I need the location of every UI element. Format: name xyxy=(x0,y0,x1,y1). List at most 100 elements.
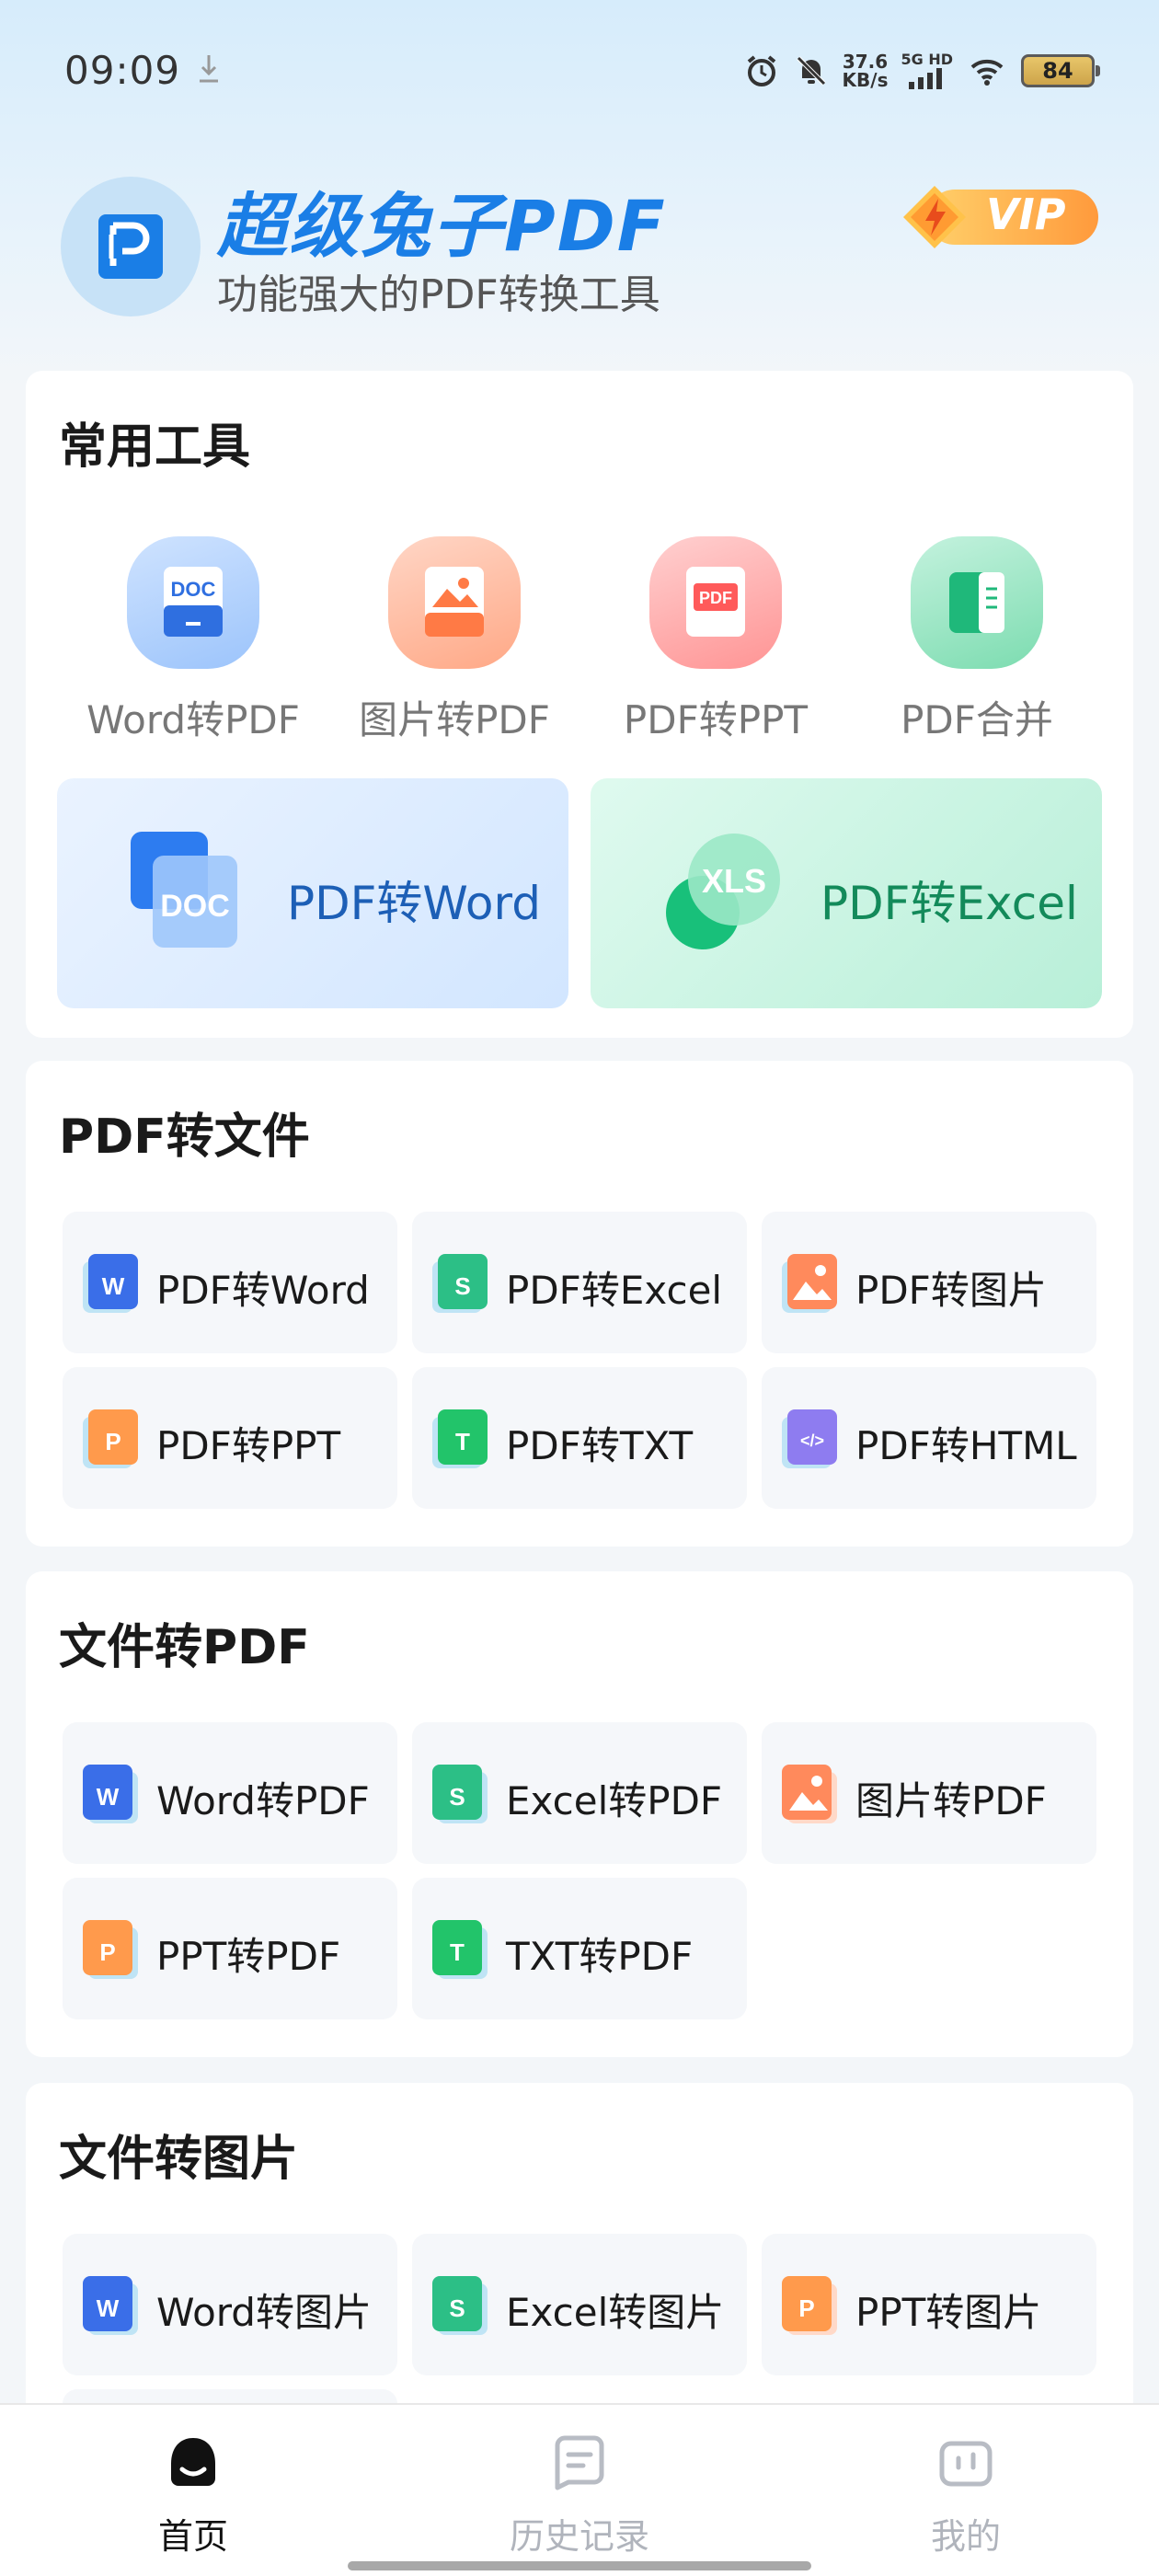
grid-item-label: PDF转Word xyxy=(156,1268,370,1313)
file-to-image-card: 文件转图片 W Word转图片 S Excel转图片 P PPT转图片 xyxy=(26,2083,1133,2531)
file-to-pdf-card: 文件转PDF W Word转PDF S Excel转PDF 图片转PDF P P… xyxy=(26,1571,1133,2057)
tool-image-to-pdf[interactable]: 图片转PDF xyxy=(344,536,565,757)
vip-button[interactable]: VIP xyxy=(890,177,1098,250)
txt-icon: T xyxy=(432,1409,488,1468)
grid-item-label: Word转图片 xyxy=(156,2290,372,2335)
svg-text:PDF: PDF xyxy=(699,589,732,607)
svg-text:T: T xyxy=(455,1428,470,1455)
svg-text:W: W xyxy=(97,2294,120,2322)
svg-text:DOC: DOC xyxy=(171,578,216,601)
pdf-icon: PDF xyxy=(686,567,745,637)
doc-stack-icon: DOC xyxy=(131,832,237,948)
grid-item-label: PDF转HTML xyxy=(855,1423,1077,1468)
home-indicator[interactable] xyxy=(348,2561,811,2570)
grid-item-ppt-to-image[interactable]: P PPT转图片 xyxy=(762,2234,1096,2375)
grid-item-label: Word转PDF xyxy=(156,1778,370,1823)
svg-text:S: S xyxy=(449,2294,465,2322)
pdf-to-file-title: PDF转文件 xyxy=(59,1110,310,1165)
file-to-image-title: 文件转图片 xyxy=(59,2132,299,2187)
excel-icon: S xyxy=(432,1254,488,1313)
app-title: 超级兔子PDF xyxy=(217,185,667,267)
svg-text:P: P xyxy=(99,1938,115,1966)
pdf-to-word-big-button[interactable]: DOC PDF转Word xyxy=(57,778,568,1008)
download-icon xyxy=(200,55,218,83)
grid-item-excel-to-image[interactable]: S Excel转图片 xyxy=(412,2234,747,2375)
grid-item-pdf-to-word[interactable]: W PDF转Word xyxy=(63,1212,397,1353)
grid-item-label: 图片转PDF xyxy=(855,1778,1047,1823)
image-icon xyxy=(782,1765,837,1823)
big-button-label: PDF转Word xyxy=(287,877,541,930)
signal-bars-icon xyxy=(908,68,942,89)
common-tools-title: 常用工具 xyxy=(59,420,251,475)
excel-icon: S xyxy=(432,1765,488,1823)
wifi-icon xyxy=(970,59,1004,86)
status-bar: 09:09 37.6 KB/s 5G HD 84 xyxy=(0,0,1159,138)
image-icon xyxy=(425,567,484,637)
nav-label: 我的 xyxy=(930,2516,1001,2557)
grid-item-label: TXT转PDF xyxy=(506,1934,694,1979)
grid-item-pdf-to-txt[interactable]: T PDF转TXT xyxy=(412,1367,747,1509)
svg-text:</>: </> xyxy=(800,1432,824,1450)
grid-item-word-to-image[interactable]: W Word转图片 xyxy=(63,2234,397,2375)
net-speed: 37.6 KB/s xyxy=(842,51,889,91)
xls-bubble-icon: XLS xyxy=(666,834,780,949)
grid-item-image-to-pdf[interactable]: 图片转PDF xyxy=(762,1722,1096,1864)
app-subtitle: 功能强大的PDF转换工具 xyxy=(217,271,660,318)
cell-signal: 5G HD xyxy=(901,52,953,89)
grid-item-pdf-to-html[interactable]: </> PDF转HTML xyxy=(762,1367,1096,1509)
profile-icon xyxy=(939,2441,993,2487)
txt-icon: T xyxy=(432,1920,488,1979)
grid-item-pdf-to-ppt[interactable]: P PDF转PPT xyxy=(63,1367,397,1509)
tool-label: PDF转PPT xyxy=(623,697,809,742)
tool-label: 图片转PDF xyxy=(359,697,550,742)
grid-item-label: PDF转TXT xyxy=(506,1423,694,1468)
word-icon: W xyxy=(83,2276,138,2335)
grid-item-label: Excel转图片 xyxy=(506,2290,725,2335)
nav-item-profile[interactable]: 我的 xyxy=(865,2432,1067,2559)
ppt-icon: P xyxy=(83,1409,138,1468)
svg-text:XLS: XLS xyxy=(702,862,766,900)
grid-item-excel-to-pdf[interactable]: S Excel转PDF xyxy=(412,1722,747,1864)
grid-item-ppt-to-pdf[interactable]: P PPT转PDF xyxy=(63,1878,397,2019)
alarm-icon xyxy=(747,55,775,86)
nav-label: 历史记录 xyxy=(509,2516,649,2557)
svg-text:T: T xyxy=(450,1938,465,1966)
svg-text:W: W xyxy=(97,1783,120,1811)
svg-text:W: W xyxy=(102,1272,125,1300)
status-time: 09:09 xyxy=(64,48,181,93)
pdf-logo-icon xyxy=(98,214,163,279)
grid-item-word-to-pdf[interactable]: W Word转PDF xyxy=(63,1722,397,1864)
grid-item-label: PPT转PDF xyxy=(156,1934,341,1979)
mute-bell-icon xyxy=(796,56,826,86)
grid-item-txt-to-pdf[interactable]: T TXT转PDF xyxy=(412,1878,747,2019)
image-icon xyxy=(782,1254,837,1313)
tool-pdf-to-ppt[interactable]: PDF PDF转PPT xyxy=(605,536,826,757)
common-tools-card: 常用工具 DOC Word转PDF 图片转PDF PDF PDF转PPT PDF… xyxy=(26,371,1133,1038)
vip-label: VIP xyxy=(986,190,1066,239)
html-icon: </> xyxy=(782,1409,837,1468)
pdf-to-excel-big-button[interactable]: XLS PDF转Excel xyxy=(591,778,1102,1008)
grid-item-label: PDF转图片 xyxy=(855,1268,1047,1313)
word-icon: W xyxy=(83,1765,138,1823)
grid-item-pdf-to-image[interactable]: PDF转图片 xyxy=(762,1212,1096,1353)
ppt-icon: P xyxy=(83,1920,138,1979)
ppt-icon: P xyxy=(782,2276,837,2335)
word-icon: W xyxy=(83,1254,138,1313)
tool-pdf-merge[interactable]: PDF合并 xyxy=(866,536,1087,757)
nav-label: 首页 xyxy=(157,2516,228,2557)
nav-item-home[interactable]: 首页 xyxy=(92,2432,294,2559)
big-button-label: PDF转Excel xyxy=(820,877,1078,930)
doc-icon: DOC xyxy=(164,567,223,637)
app-logo xyxy=(61,177,201,316)
svg-text:P: P xyxy=(105,1428,120,1455)
bottom-nav: 首页 历史记录 我的 xyxy=(0,2403,1159,2576)
lightning-icon xyxy=(903,186,966,248)
status-icons: 37.6 KB/s 5G HD 84 xyxy=(743,48,1100,94)
svg-text:DOC: DOC xyxy=(160,889,230,924)
battery-indicator: 84 xyxy=(1021,54,1100,87)
tool-word-to-pdf[interactable]: DOC Word转PDF xyxy=(83,536,304,757)
tool-label: PDF合并 xyxy=(901,697,1053,742)
grid-item-label: PDF转PPT xyxy=(156,1423,341,1468)
nav-item-history[interactable]: 历史记录 xyxy=(478,2432,681,2559)
grid-item-pdf-to-excel[interactable]: S PDF转Excel xyxy=(412,1212,747,1353)
